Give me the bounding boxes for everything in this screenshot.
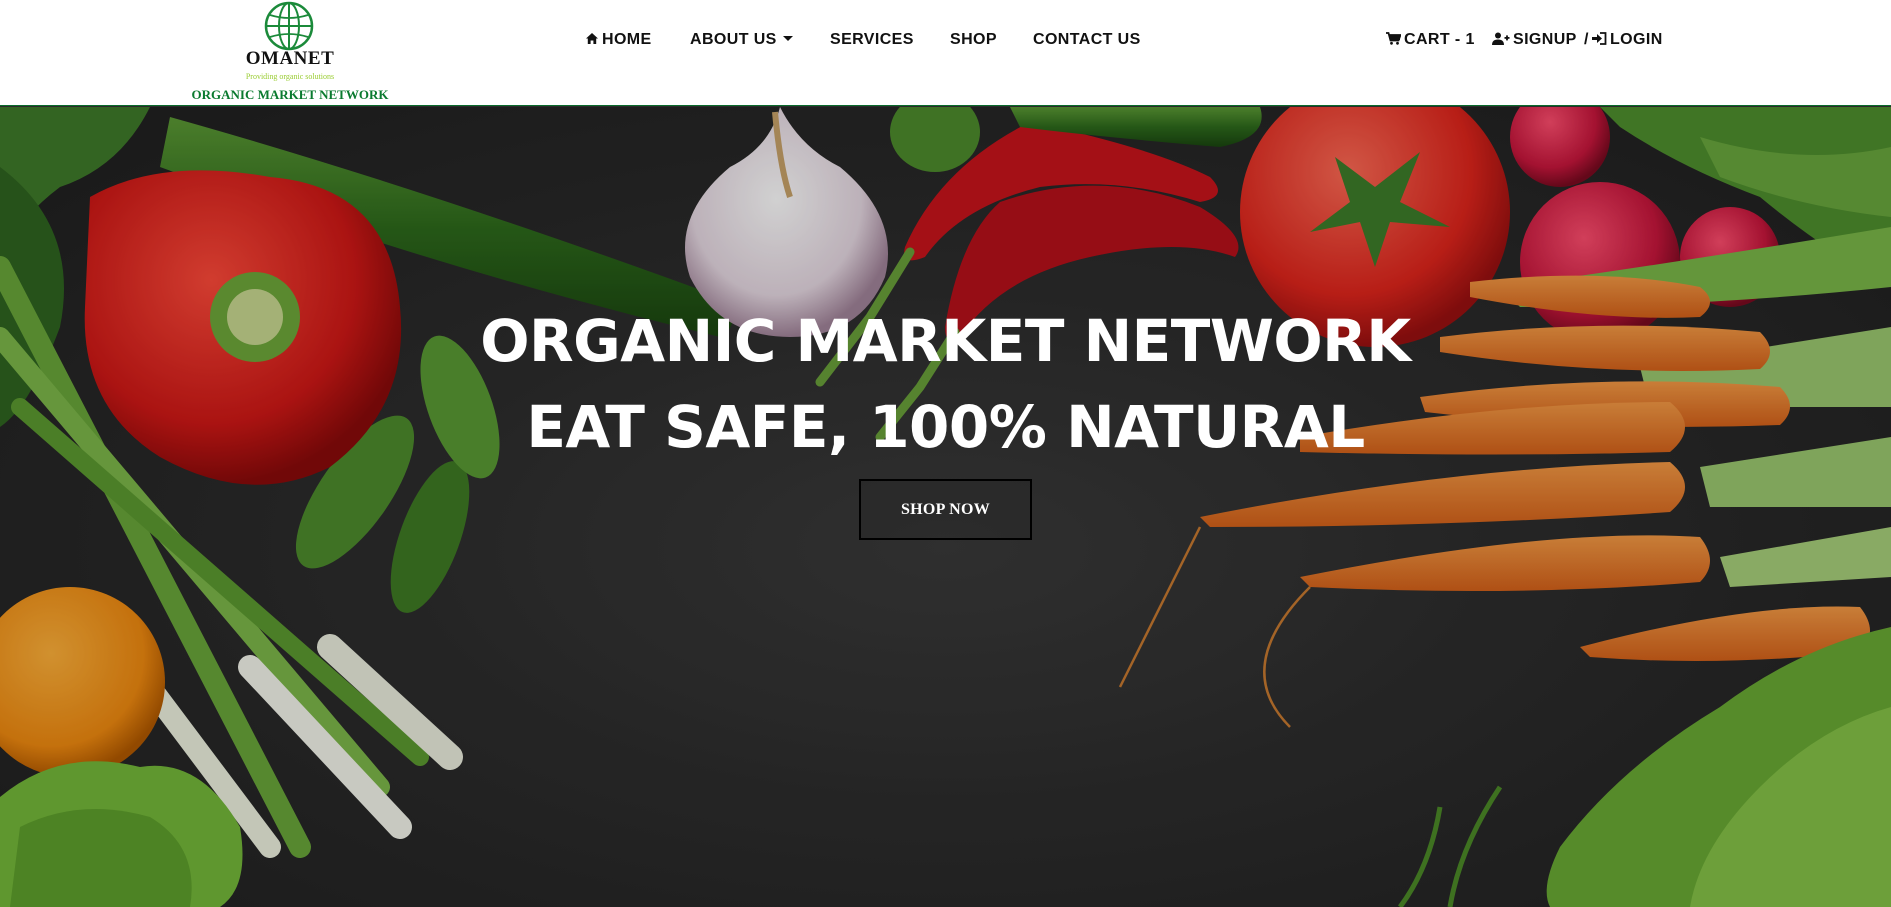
sign-in-icon [1592,32,1607,45]
nav-services-label: SERVICES [830,31,914,48]
top-navbar: OMANET Providing organic solutions ORGAN… [0,0,1891,106]
nav-cart[interactable]: CART - 1 [1386,28,1475,52]
nav-separator: / [1584,28,1589,52]
nav-shop-label: SHOP [950,31,997,48]
globe-icon [264,1,314,51]
brand-name: OMANET [245,48,335,69]
nav-separator-text: / [1584,31,1589,48]
nav-login[interactable]: LOGIN [1592,28,1663,52]
hero-banner: ORGANIC MARKET NETWORK EAT SAFE, 100% NA… [0,107,1891,907]
nav-cart-label: CART - 1 [1404,31,1475,48]
nav-shop[interactable]: SHOP [950,28,997,52]
nav-signup[interactable]: SIGNUP [1492,28,1577,52]
hero-title-line-2: EAT SAFE, 100% NATURAL [526,393,1365,461]
brand-tagline: Providing organic solutions [245,72,335,81]
user-plus-icon [1492,32,1510,45]
nav-contact[interactable]: CONTACT US [1033,28,1141,52]
nav-home[interactable]: HOME [585,28,652,52]
nav-about-dropdown[interactable]: ABOUT US [690,28,793,52]
nav-about-label: ABOUT US [690,31,777,48]
brand-full-name: ORGANIC MARKET NETWORK [191,87,389,102]
nav-login-label: LOGIN [1610,31,1663,48]
hero-title-line-1: ORGANIC MARKET NETWORK [480,307,1411,375]
brand-logo[interactable]: OMANET Providing organic solutions ORGAN… [180,0,388,106]
nav-contact-label: CONTACT US [1033,31,1141,48]
nav-services[interactable]: SERVICES [830,28,914,52]
nav-signup-label: SIGNUP [1513,31,1577,48]
cart-icon [1386,32,1402,45]
nav-home-label: HOME [602,31,652,48]
home-icon [586,33,598,44]
chevron-down-icon [782,36,793,41]
shop-now-button[interactable]: SHOP NOW [859,479,1032,540]
